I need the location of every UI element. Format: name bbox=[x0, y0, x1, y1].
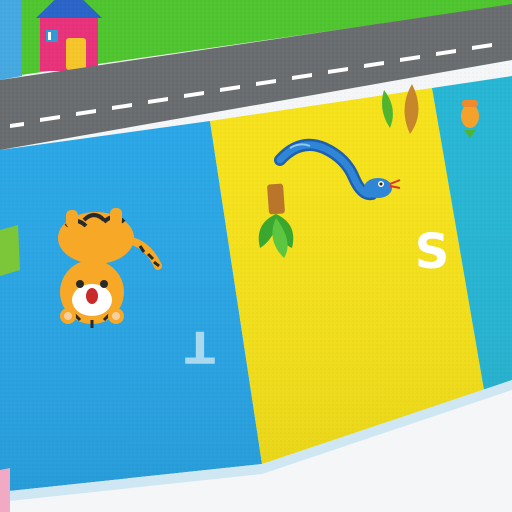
letter-s: S bbox=[415, 224, 450, 280]
corner-accent bbox=[0, 468, 10, 512]
left-leaf-icon bbox=[0, 225, 20, 276]
letter-t: T bbox=[185, 321, 215, 372]
play-mat-photo: T S bbox=[0, 0, 512, 512]
